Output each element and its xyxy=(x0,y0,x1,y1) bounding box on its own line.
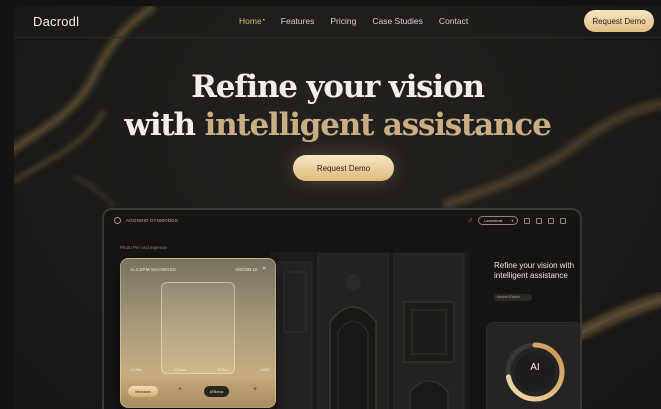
plus-icon[interactable]: + xyxy=(178,386,182,393)
device-title: AGOGRID DYNMODDS xyxy=(126,218,178,223)
ai-assistant-card[interactable]: AI xyxy=(486,322,580,409)
mode-dropdown-label: Lanantional xyxy=(484,218,503,223)
device-app-icon xyxy=(114,217,121,224)
glass-card-heading: ALCSPM MAGWASS xyxy=(130,267,176,272)
grid-icon[interactable] xyxy=(524,217,531,224)
hero-headline: Refine your vision with intelligent assi… xyxy=(14,68,661,144)
brand-logo[interactable]: Dacrodl xyxy=(33,14,79,29)
hero-line-2-prefix: with xyxy=(124,107,205,143)
glass-secondary-button[interactable]: ATBoroa xyxy=(204,386,229,397)
top-navigation: Dacrodl Home • Features Pricing Case Stud… xyxy=(14,6,661,38)
tick-label: 02.3ne xyxy=(217,368,229,372)
device-side-heading: Refine your vision with intelligent assi… xyxy=(494,261,575,280)
hero-line-2-highlight: intelligent assistance xyxy=(204,107,552,143)
ai-label: AI xyxy=(530,362,540,373)
device-mockup: AGOGRID DYNMODDS ↺ Lanantional ▾ Photo Pe… xyxy=(102,208,582,409)
plus-icon[interactable]: + xyxy=(253,386,257,393)
settings-icon[interactable] xyxy=(560,217,567,224)
active-dot-icon: • xyxy=(262,18,265,24)
device-side-tag: Assinto Eaeion xyxy=(494,294,532,301)
nav-item-home[interactable]: Home • xyxy=(239,16,265,26)
glass-control-card: ALCSPM MAGWASS ADOOB 10 ✕ 10 Wee JE Clas… xyxy=(120,258,276,408)
undo-icon[interactable]: ↺ xyxy=(468,218,472,224)
nav-divider xyxy=(14,37,661,38)
nav-request-demo-button[interactable]: Request Demo xyxy=(584,10,654,32)
device-toolbar: AGOGRID DYNMODDS ↺ Lanantional ▾ xyxy=(104,210,580,232)
tick-label: JE Clas xyxy=(173,368,186,372)
architectural-doors-image xyxy=(270,252,470,409)
nav-item-contact[interactable]: Contact xyxy=(439,16,468,26)
nav-item-features[interactable]: Features xyxy=(281,16,315,26)
glass-inner-panel xyxy=(161,282,235,374)
nav-item-case-studies[interactable]: Case Studies xyxy=(372,16,423,26)
hero-line-1: Refine your vision xyxy=(191,69,485,105)
tick-label: 10 Wee xyxy=(130,368,142,372)
glass-card-date: ADOOB 10 xyxy=(235,267,258,272)
chevron-down-icon: ▾ xyxy=(511,218,514,223)
hero-request-demo-button[interactable]: Request Demo xyxy=(293,155,394,181)
share-icon[interactable] xyxy=(548,217,555,224)
glass-card-ticks: 10 Wee JE Clas 02.3ne MDBE xyxy=(130,368,270,372)
mode-dropdown[interactable]: Lanantional ▾ xyxy=(478,216,519,225)
glass-primary-button[interactable]: Meoskaro xyxy=(128,386,158,397)
nav-links: Home • Features Pricing Case Studies Cont… xyxy=(239,16,484,26)
close-icon[interactable]: ✕ xyxy=(262,266,266,272)
device-subtitle: Photo Per and ingeman xyxy=(120,245,168,250)
device-toolbar-actions: ↺ Lanantional ▾ xyxy=(468,216,567,225)
tick-label: MDBE xyxy=(259,368,270,372)
nav-item-pricing[interactable]: Pricing xyxy=(330,16,356,26)
page-frame: Dacrodl Home • Features Pricing Case Stud… xyxy=(14,6,661,409)
layers-icon[interactable] xyxy=(536,217,543,224)
